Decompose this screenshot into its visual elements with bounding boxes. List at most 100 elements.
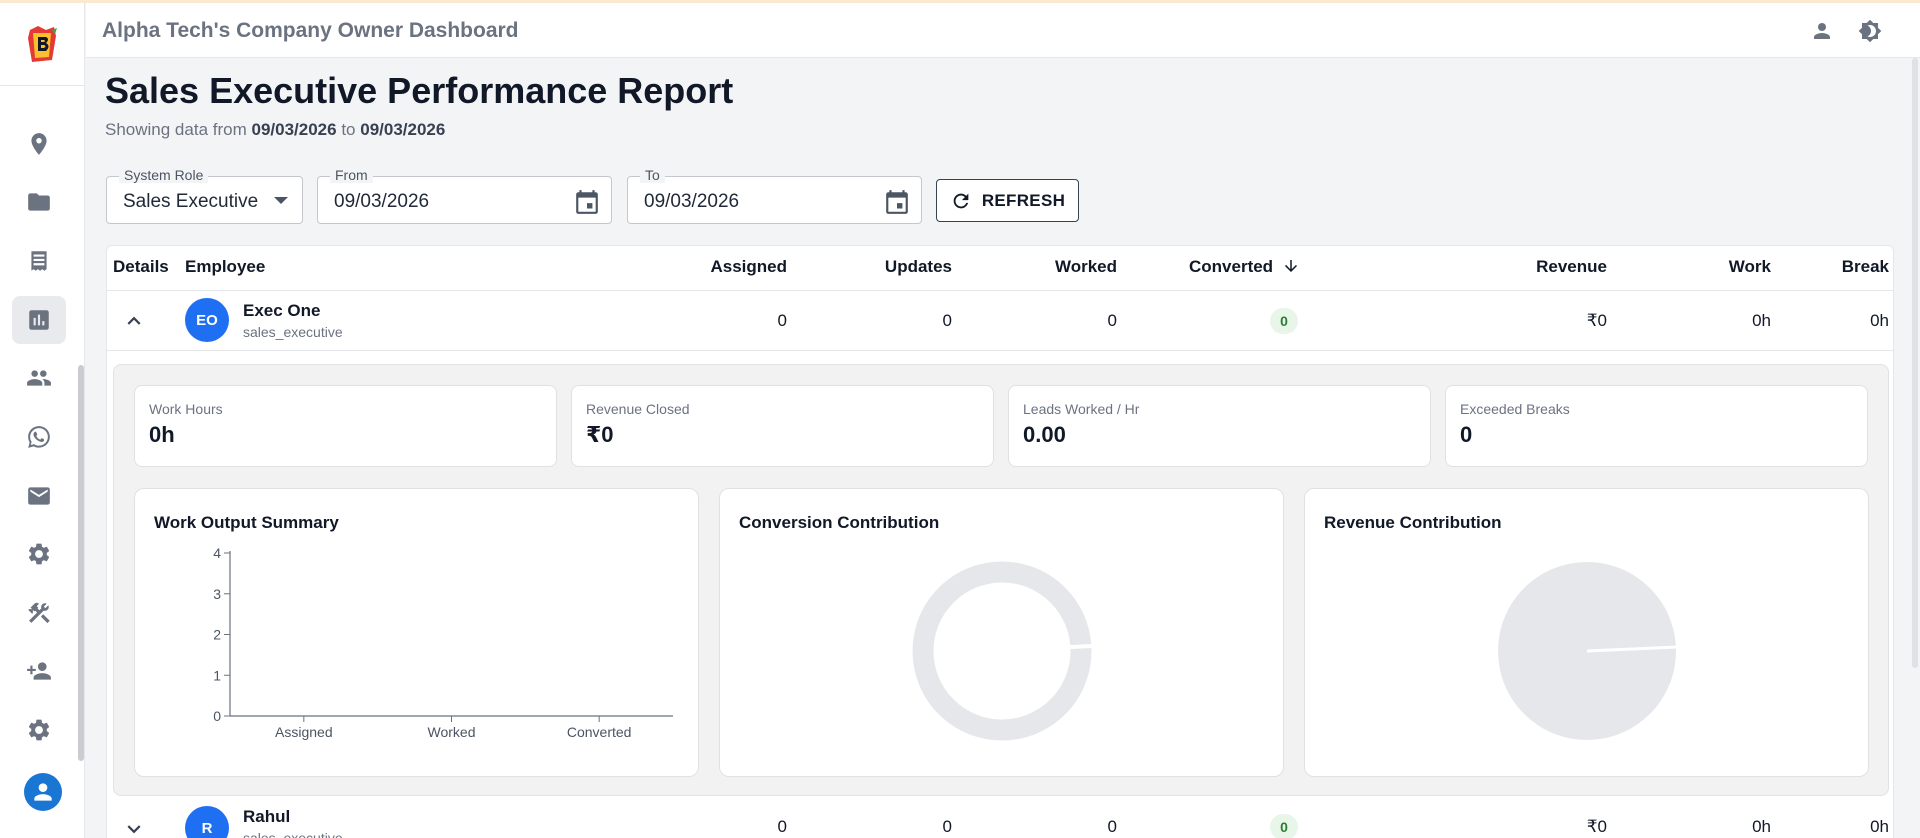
- chevron-down-icon: [127, 825, 141, 834]
- account-icon: [34, 783, 52, 801]
- stat-card-leads-per-hour: Leads Worked / Hr 0.00: [1008, 385, 1431, 467]
- stat-card-revenue-closed: Revenue Closed ₹0: [571, 385, 994, 467]
- person-icon: [1814, 23, 1830, 39]
- col-revenue[interactable]: Revenue: [1457, 257, 1607, 277]
- work-value: 0h: [1752, 311, 1771, 330]
- revenue-value: ₹0: [1586, 817, 1607, 836]
- top-bar: Alpha Tech's Company Owner Dashboard: [86, 3, 1920, 58]
- col-details: Details: [113, 257, 169, 276]
- account-button[interactable]: [24, 773, 62, 811]
- y-tick-label: 1: [213, 667, 221, 683]
- assigned-value: 0: [777, 311, 787, 330]
- stat-card-work-hours: Work Hours 0h: [134, 385, 557, 467]
- people-icon: [27, 370, 51, 386]
- logo-area: [0, 3, 84, 86]
- nav-whatsapp[interactable]: [12, 413, 66, 461]
- refresh-button[interactable]: REFRESH: [936, 179, 1079, 222]
- calendar-icon[interactable]: [884, 189, 910, 215]
- expand-row-button[interactable]: [121, 816, 147, 838]
- settings-icon: [28, 719, 50, 741]
- stat-value: 0.00: [1023, 422, 1066, 447]
- y-tick-label: 2: [213, 627, 221, 643]
- nav-mail[interactable]: [12, 472, 66, 520]
- x-tick-label: Worked: [428, 724, 476, 740]
- updates-value: 0: [942, 817, 952, 836]
- converted-badge: 0: [1270, 308, 1298, 334]
- from-date-label: From: [330, 167, 373, 183]
- calendar-icon[interactable]: [574, 189, 600, 215]
- y-tick-label: 3: [213, 586, 221, 602]
- subtitle-to-date: 09/03/2026: [360, 120, 446, 139]
- work-output-bar-chart: 0 1 2 3 4 Assigned Worked Converted: [213, 545, 673, 740]
- page-title: Sales Executive Performance Report: [105, 70, 734, 111]
- employee-role: sales_executive: [243, 324, 343, 340]
- subtitle-from-date: 09/03/2026: [251, 120, 337, 139]
- stat-label: Exceeded Breaks: [1460, 401, 1570, 417]
- stat-label: Leads Worked / Hr: [1023, 401, 1140, 417]
- updates-value: 0: [942, 311, 952, 330]
- donut-slice-separator: [1068, 644, 1095, 649]
- system-role-select[interactable]: System Role Sales Executive: [106, 167, 303, 224]
- col-work[interactable]: Work: [1627, 257, 1771, 277]
- nav-receipt[interactable]: [12, 237, 66, 285]
- nav-settings-2[interactable]: [12, 706, 66, 754]
- dashboard-title: Alpha Tech's Company Owner Dashboard: [102, 19, 519, 42]
- nav-settings[interactable]: [12, 530, 66, 578]
- from-date-value: 09/03/2026: [334, 191, 430, 212]
- revenue-value: ₹0: [1586, 311, 1607, 330]
- col-break[interactable]: Break: [1787, 257, 1889, 277]
- sidebar-scrollbar[interactable]: [78, 365, 84, 761]
- date-range-subtitle: Showing data from 09/03/2026 to 09/03/20…: [105, 120, 445, 140]
- y-tick-label: 4: [213, 545, 221, 561]
- to-date-field[interactable]: To 09/03/2026: [627, 167, 922, 224]
- chevron-up-icon: [127, 316, 141, 325]
- y-tick-label: 0: [213, 708, 221, 724]
- col-converted-label: Converted: [1189, 257, 1274, 276]
- whatsapp-icon: [28, 426, 50, 448]
- col-converted[interactable]: Converted: [1189, 257, 1300, 277]
- x-tick-label: Assigned: [275, 724, 333, 740]
- system-role-value: Sales Executive: [123, 191, 259, 212]
- location-icon: [31, 133, 47, 155]
- theme-toggle-button[interactable]: [1856, 17, 1884, 45]
- revenue-pie-chart: [1498, 562, 1678, 740]
- break-value: 0h: [1870, 311, 1889, 330]
- sort-descending-icon: [1284, 260, 1297, 272]
- receipt-icon: [31, 251, 47, 271]
- employee-role: sales_executive: [243, 830, 343, 838]
- assigned-value: 0: [777, 817, 787, 836]
- work-output-chart-card: Work Output Summary 0 1 2 3 4 Assigned Worked C…: [134, 488, 699, 777]
- converted-badge: 0: [1270, 814, 1298, 838]
- stat-label: Work Hours: [149, 401, 223, 417]
- dropdown-arrow-icon: [274, 197, 288, 204]
- stat-card-exceeded-breaks: Exceeded Breaks 0: [1445, 385, 1868, 467]
- from-date-field[interactable]: From 09/03/2026: [317, 167, 612, 224]
- settings-icon: [28, 543, 50, 565]
- nav-reports[interactable]: [12, 296, 66, 344]
- col-worked[interactable]: Worked: [1017, 257, 1117, 277]
- sidebar: [0, 3, 85, 838]
- nav-location[interactable]: [12, 120, 66, 168]
- tools-icon: [28, 602, 50, 624]
- refresh-icon: [953, 193, 969, 208]
- stat-value: 0: [1460, 422, 1473, 447]
- nav-people[interactable]: [12, 354, 66, 402]
- donut-ring: [912, 561, 1092, 741]
- nav-add-user[interactable]: [12, 647, 66, 695]
- profile-button[interactable]: [1808, 17, 1836, 45]
- employee-name: Exec One: [243, 301, 321, 320]
- to-date-label: To: [640, 167, 665, 183]
- mail-icon: [28, 487, 50, 505]
- col-assigned[interactable]: Assigned: [687, 257, 787, 277]
- app-logo-icon[interactable]: [24, 24, 60, 64]
- col-updates[interactable]: Updates: [852, 257, 952, 277]
- bar-chart-icon: [29, 310, 49, 330]
- conversion-chart-card: Conversion Contribution: [719, 488, 1284, 777]
- page-scrollbar[interactable]: [1912, 58, 1918, 668]
- nav-tools[interactable]: [12, 589, 66, 637]
- x-tick-label: Converted: [567, 724, 632, 740]
- employee-name: Rahul: [243, 807, 291, 826]
- collapse-row-button[interactable]: [121, 308, 147, 334]
- nav-folder[interactable]: [12, 178, 66, 226]
- revenue-chart-card: Revenue Contribution: [1304, 488, 1869, 777]
